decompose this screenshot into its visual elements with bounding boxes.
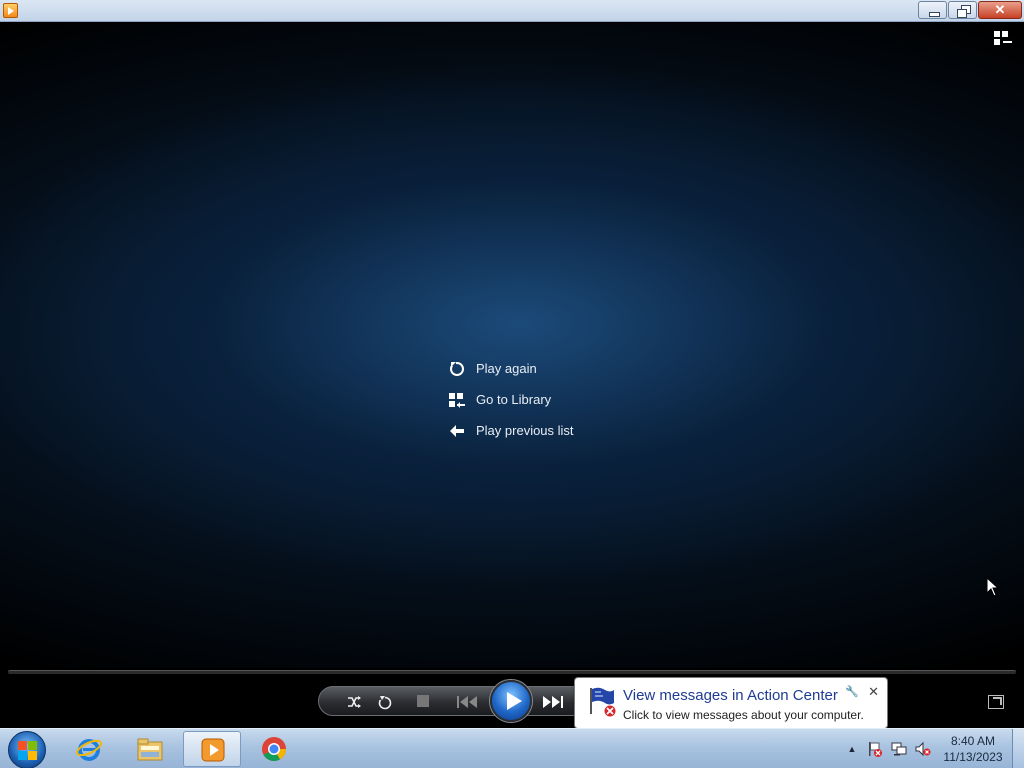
- switch-to-library-button[interactable]: [994, 31, 1014, 47]
- restore-button[interactable]: [948, 1, 977, 19]
- play-previous-list-item[interactable]: Play previous list: [448, 415, 574, 446]
- taskbar-google-chrome[interactable]: [245, 731, 303, 767]
- playback-controls: [318, 686, 590, 716]
- close-icon: ✕: [994, 2, 1006, 17]
- play-again-item[interactable]: Play again: [448, 353, 574, 384]
- menu-item-label: Play previous list: [476, 423, 574, 438]
- notification-title[interactable]: View messages in Action Center: [623, 687, 838, 704]
- notification-close-button[interactable]: ✕: [868, 684, 879, 700]
- taskbar-windows-explorer[interactable]: [121, 731, 179, 767]
- system-clock[interactable]: 8:40 AM 11/13/2023: [940, 733, 1006, 765]
- taskbar-windows-media-player[interactable]: [183, 731, 241, 767]
- clock-date: 11/13/2023: [943, 750, 1003, 764]
- action-center-flag-icon: [590, 687, 617, 718]
- notification-text: Click to view messages about your comput…: [623, 708, 864, 722]
- taskbar: ▲ 8:40 AM 11/13/2023: [0, 728, 1024, 768]
- menu-item-label: Go to Library: [476, 392, 552, 407]
- library-icon: [449, 392, 465, 408]
- window-controls: ✕: [917, 1, 1022, 19]
- now-playing-area[interactable]: Play again Go to Library Play previous l…: [0, 23, 1024, 668]
- switch-to-fullscreen-button[interactable]: [988, 695, 1004, 709]
- mouse-cursor-icon: [986, 576, 1000, 597]
- previous-icon[interactable]: [453, 693, 483, 711]
- stop-icon[interactable]: [417, 695, 429, 707]
- shuffle-icon[interactable]: [345, 693, 363, 711]
- action-center-notification[interactable]: View messages in Action Center Click to …: [574, 677, 888, 739]
- start-button[interactable]: [8, 731, 46, 768]
- media-player-icon: [201, 738, 225, 762]
- go-to-library-item[interactable]: Go to Library: [448, 384, 574, 415]
- clock-time: 8:40 AM: [950, 734, 996, 748]
- windows-logo-icon: [18, 741, 27, 750]
- show-desktop-button[interactable]: [1012, 729, 1024, 768]
- action-center-tray-icon[interactable]: [867, 741, 883, 757]
- close-button[interactable]: ✕: [978, 1, 1022, 19]
- show-hidden-icons-button[interactable]: ▲: [844, 741, 860, 757]
- taskbar-internet-explorer[interactable]: [60, 731, 118, 767]
- next-icon[interactable]: [539, 693, 569, 711]
- internet-explorer-icon: [76, 739, 102, 761]
- seek-bar[interactable]: [8, 670, 1016, 674]
- repeat-icon[interactable]: [376, 693, 394, 711]
- replay-icon: [450, 360, 464, 376]
- minimize-button[interactable]: [918, 1, 947, 19]
- back-arrow-icon: [450, 424, 464, 437]
- folder-icon: [137, 738, 163, 761]
- end-of-playback-menu: Play again Go to Library Play previous l…: [448, 353, 574, 446]
- media-player-app-icon[interactable]: [3, 3, 18, 18]
- notification-options-wrench-icon[interactable]: 🔧: [845, 685, 859, 698]
- play-button[interactable]: [490, 680, 532, 722]
- chrome-icon: [262, 737, 286, 762]
- window-titlebar[interactable]: ✕: [0, 0, 1024, 22]
- menu-item-label: Play again: [476, 361, 537, 376]
- network-icon[interactable]: [891, 741, 907, 757]
- volume-muted-icon[interactable]: [915, 741, 931, 757]
